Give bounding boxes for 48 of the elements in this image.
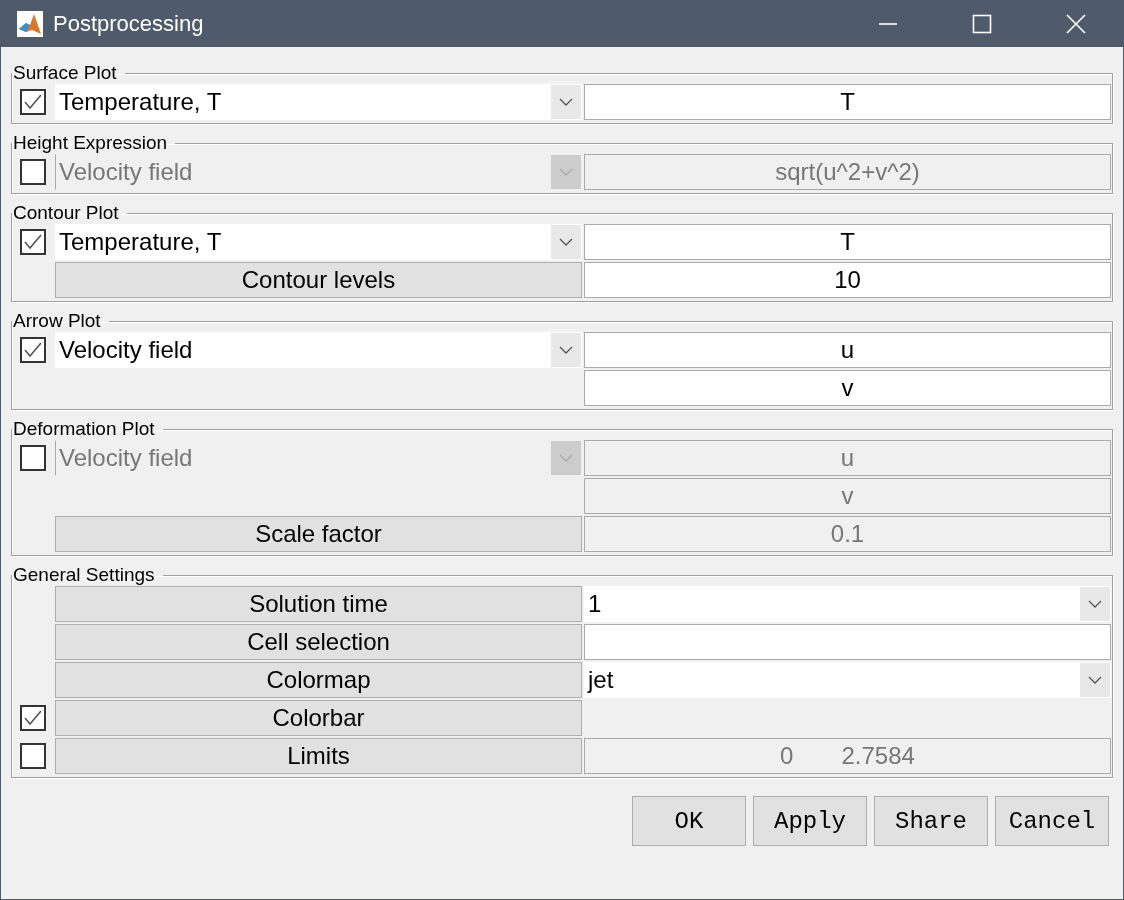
option-button[interactable]: Cell selection [55,624,582,660]
checkbox[interactable] [20,159,46,185]
dialog-button[interactable]: Cancel [995,796,1109,846]
checkbox[interactable] [20,705,46,731]
dropdown[interactable]: Temperature, T [55,224,582,260]
checkbox[interactable] [20,89,46,115]
input-field[interactable]: v [584,370,1111,406]
input-field[interactable]: u [584,332,1111,368]
option-button[interactable]: Colormap [55,662,582,698]
group-title: Height Expression [12,133,169,153]
dropdown[interactable]: 1 [584,586,1111,622]
option-button[interactable]: Colorbar [55,700,582,736]
option-button[interactable]: Solution time [55,586,582,622]
chevron-down-icon [559,454,573,462]
group-title: General Settings [12,565,156,585]
group-title: Surface Plot [12,63,118,83]
dialog-button[interactable]: Apply [753,796,867,846]
checkbox[interactable] [20,337,46,363]
close-icon[interactable] [1066,14,1086,34]
field-value: 0 [780,742,794,770]
group-title: Arrow Plot [12,311,102,331]
app-logo-icon [17,11,43,37]
option-button[interactable]: Scale factor [55,516,582,552]
dialog-button[interactable]: OK [632,796,746,846]
option-button[interactable]: Contour levels [55,262,582,298]
dropdown[interactable]: Velocity field [55,332,582,368]
group-title: Contour Plot [12,203,120,223]
input-field[interactable] [584,624,1111,660]
dropdown[interactable]: jet [584,662,1111,698]
checkbox[interactable] [20,229,46,255]
chevron-down-icon [1088,676,1102,684]
chevron-down-icon [1088,600,1102,608]
dropdown[interactable]: Temperature, T [55,84,582,120]
chevron-down-icon [559,168,573,176]
option-button[interactable]: Limits [55,738,582,774]
input-field[interactable]: T [584,84,1111,120]
field-value: 2.7584 [841,742,915,770]
checkbox[interactable] [20,445,46,471]
chevron-down-icon [559,98,573,106]
checkbox[interactable] [20,743,46,769]
dialog-button[interactable]: Share [874,796,988,846]
input-field[interactable]: 10 [584,262,1111,298]
group-title: Deformation Plot [12,419,156,439]
window-title: Postprocessing [53,11,205,37]
chevron-down-icon [559,346,573,354]
chevron-down-icon [559,238,573,246]
maximize-icon[interactable] [972,14,992,34]
input-field[interactable]: T [584,224,1111,260]
